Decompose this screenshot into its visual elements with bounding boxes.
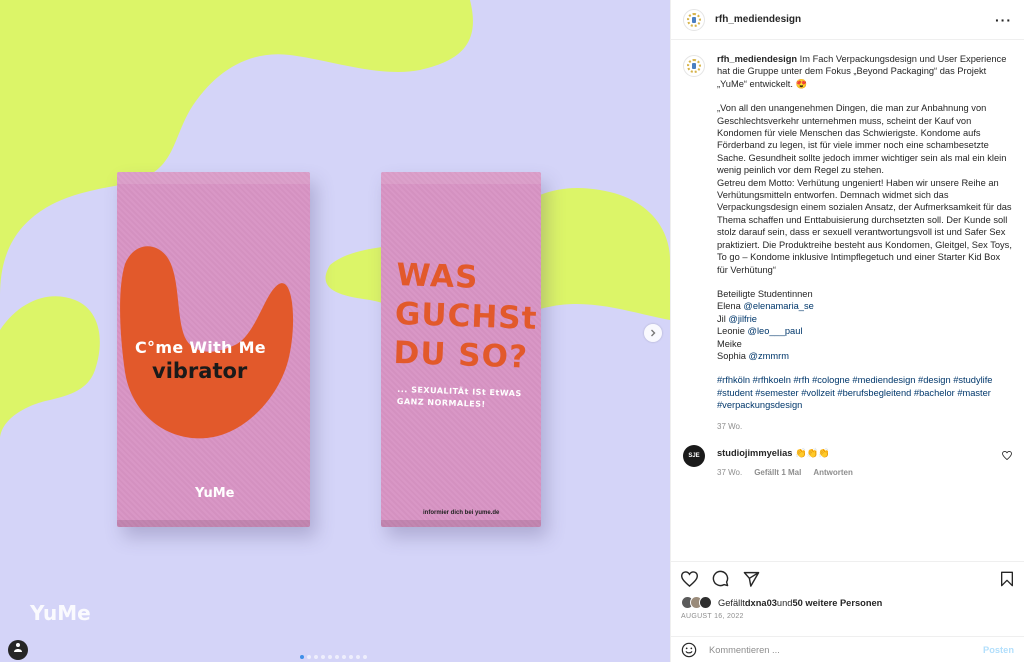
box-top-edge [381,172,541,184]
student-handle[interactable]: @elenamaria_se [743,301,813,311]
liker-avatars[interactable] [681,596,712,609]
slide-dot [300,655,304,659]
comment-input[interactable] [709,644,983,655]
person-icon [14,643,22,652]
slide-dot [349,655,353,659]
student-item: Leonie @leo___paul [717,325,1012,337]
student-name: Elena [717,301,741,312]
student-handle[interactable]: @zmmrm [749,351,789,361]
students-heading: Beteiligte Studentinnen [717,288,813,299]
share-icon[interactable] [743,571,760,587]
box-subline: ... SEXUALITÄt ISt EtWAS GANZ NORMALES! [396,384,522,409]
slide-dot [307,655,311,659]
likes-middle: und [776,597,793,608]
student-item: Meike [717,338,1012,350]
box-footer: informier dich bei yume.de [423,510,500,516]
reply-button[interactable]: Antworten [813,467,853,479]
comment-like-icon[interactable] [1002,450,1012,462]
box-headline: WAS GUCHSt DU SO? [392,256,538,376]
student-item: Sophia @zmmrm [717,350,1012,362]
like-icon[interactable] [681,570,698,587]
comments-section[interactable]: rfh_mediendesign Im Fach Verpackungsdesi… [671,41,1024,561]
chevron-right-icon [651,329,656,337]
student-name: Sophia [717,350,746,361]
caption-username[interactable]: rfh_mediendesign [717,54,797,64]
hashtags[interactable]: #rfhköln #rfhkoeln #rfh #cologne #medien… [717,374,1012,411]
emoji-icon[interactable] [681,642,697,658]
post-comment-button[interactable]: Posten [983,645,1014,655]
post-media[interactable]: C°me With Me vibrator YuMe WAS GUCHSt DU… [0,0,670,662]
slide-dot [342,655,346,659]
comment-likes[interactable]: Gefällt 1 Mal [754,467,801,479]
slide-dot [321,655,325,659]
post-sidebar: rfh_mediendesign ··· rfh_mediendesign Im… [670,0,1024,662]
avatar[interactable] [683,8,705,31]
avatar[interactable] [683,55,705,77]
box-tagline: C°me With Me [135,338,266,357]
comment-icon[interactable] [712,570,729,587]
corner-logo: YuMe [30,601,91,625]
comment-item: SJE studiojimmyelias 👏👏👏 37 Wo. Gefällt … [683,444,1012,479]
avatar[interactable]: SJE [683,444,705,467]
student-name: Leonie [717,326,745,337]
post-date: AUGUST 16, 2022 [681,613,744,620]
caption-intro: rfh_mediendesign Im Fach Verpackungsdesi… [717,53,1012,90]
post-caption: rfh_mediendesign Im Fach Verpackungsdesi… [683,53,1012,433]
comment-time: 37 Wo. [717,467,743,477]
likes-prefix: Gefällt [718,597,745,608]
slide-dot [363,655,367,659]
box-product-name: vibrator [152,359,248,383]
caption-time: 37 Wo. [717,421,743,431]
box-bottom-edge [381,520,541,527]
avatar [699,596,712,609]
product-box-vibrator: C°me With Me vibrator YuMe [117,172,310,527]
caption-body-text: „Von all den unangenehmen Dingen, die ma… [717,103,1012,275]
student-handle[interactable]: @jilfrie [728,314,757,324]
product-box-back: WAS GUCHSt DU SO? ... SEXUALITÄt ISt EtW… [381,172,541,527]
bookmark-icon[interactable] [1000,571,1014,587]
post-header: rfh_mediendesign ··· [671,0,1024,40]
action-bar [671,562,1024,587]
student-name: Jil [717,313,726,324]
background-blob [0,0,670,440]
box-bottom-edge [117,520,310,527]
slide-dot [335,655,339,659]
slide-indicator [300,655,367,659]
slide-dot [356,655,360,659]
header-username[interactable]: rfh_mediendesign [715,14,801,25]
liked-by-user[interactable]: dxna03 [745,598,777,608]
likes-others[interactable]: 50 weitere Personen [792,598,882,608]
student-item: Elena @elenamaria_se [717,300,1012,312]
logo-icon [687,59,701,73]
comment-username[interactable]: studiojimmyelias [717,448,792,458]
slide-dot [328,655,332,659]
box-logo: YuMe [195,486,235,501]
user-tag-icon[interactable] [8,640,28,660]
logo-icon [687,12,701,27]
heart-icon [1002,450,1012,461]
likes-summary: Gefällt dxna03 und 50 weitere Personen [671,587,1024,609]
student-handle[interactable]: @leo___paul [748,326,803,336]
student-name: Meike [717,338,742,349]
slide-dot [314,655,318,659]
student-item: Jil @jilfrie [717,313,1012,325]
comment-form: Posten [671,636,1024,662]
post-actions: Gefällt dxna03 und 50 weitere Personen A… [671,561,1024,662]
next-slide-button[interactable] [644,324,662,342]
more-options-icon[interactable]: ··· [995,12,1012,28]
students-list: Elena @elenamaria_se Jil @jilfrie Leonie @… [717,300,1012,362]
comment-text: 👏👏👏 [792,447,830,458]
